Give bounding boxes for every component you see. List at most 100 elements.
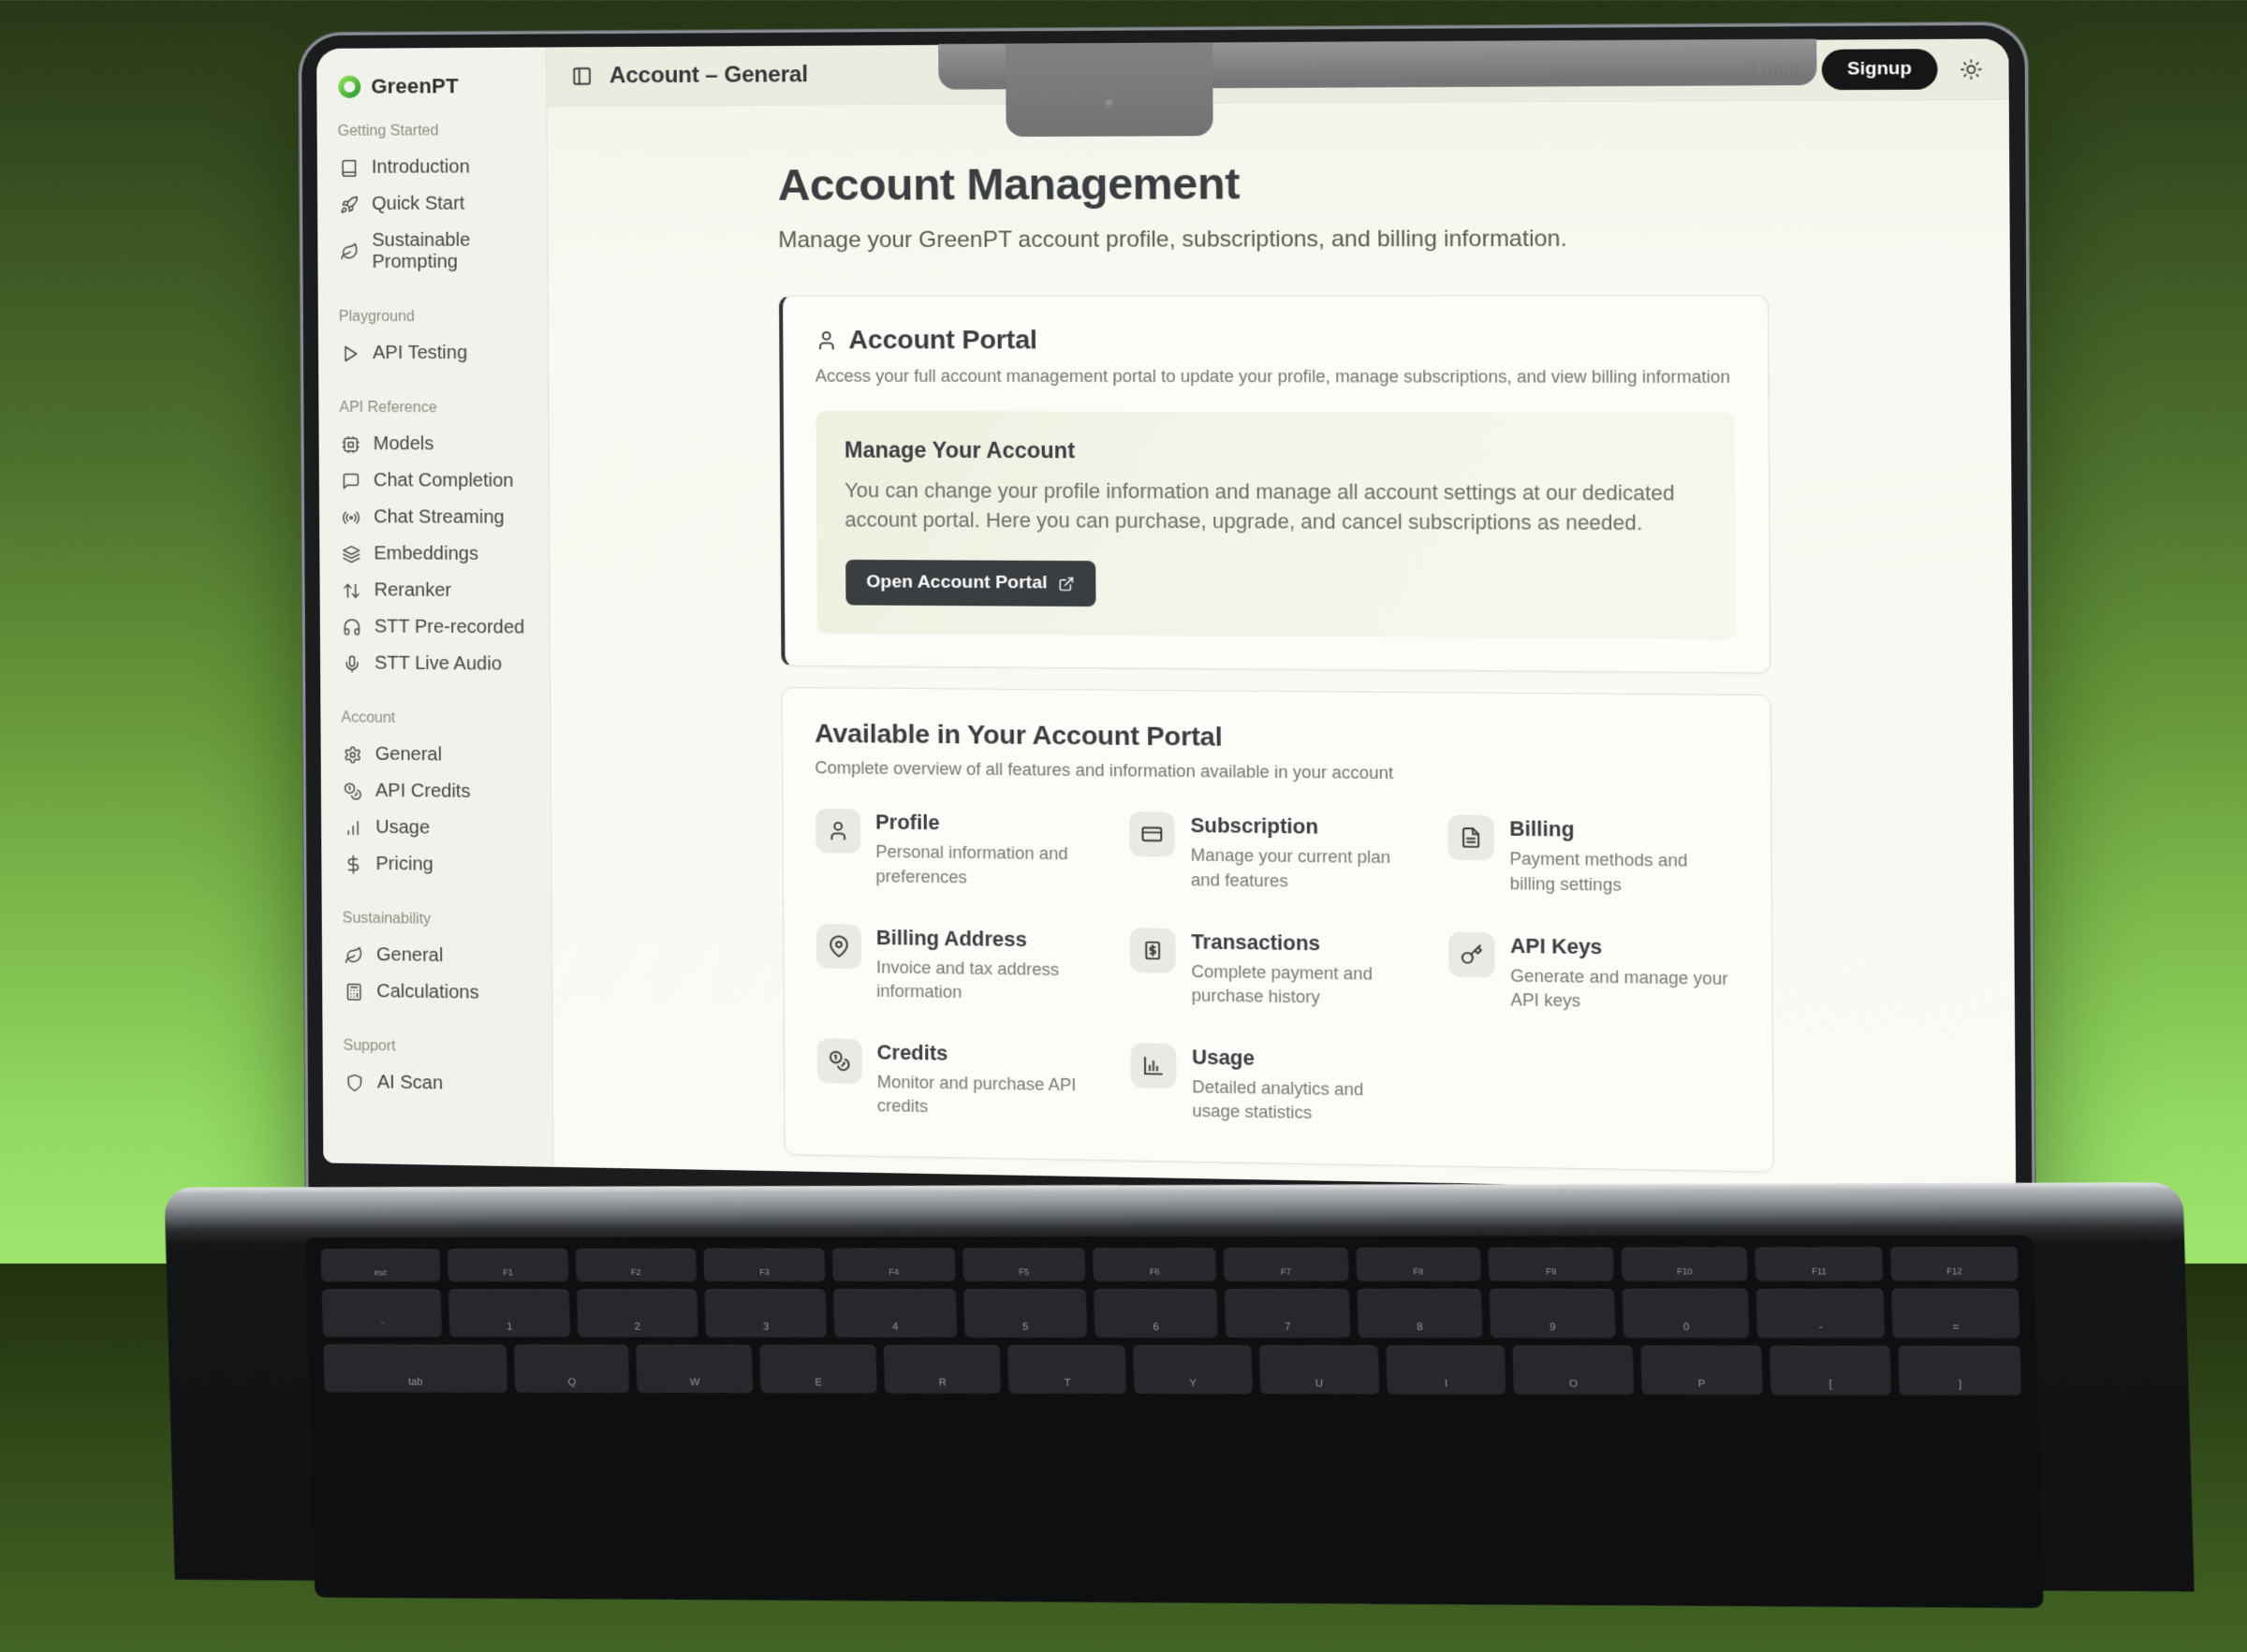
sidebar-item-sustainability-general[interactable]: General (339, 937, 535, 976)
feature-description: Monitor and purchase API credits (877, 1071, 1098, 1122)
keyboard-key: T (1007, 1345, 1126, 1394)
sidebar-item-getting-started-sustainable-prompting[interactable]: Sustainable Prompting (334, 222, 530, 280)
sidebar-item-label: STT Live Audio (374, 653, 502, 676)
sidebar-item-account-general[interactable]: General (338, 736, 534, 774)
keyboard-key: F12 (1890, 1247, 2019, 1280)
account-portal-card: Account Portal Access your full account … (779, 295, 1770, 674)
sidebar-item-api-reference-embeddings[interactable]: Embeddings (336, 535, 532, 573)
keyboard-key: R (883, 1345, 1001, 1394)
sidebar-item-account-pricing[interactable]: Pricing (338, 845, 534, 884)
sidebar: GreenPT Getting Started Introduction Quick… (316, 47, 553, 1166)
keyboard-key: F6 (1093, 1248, 1217, 1281)
credit-card-icon (1141, 824, 1164, 846)
sidebar-item-api-reference-chat-completion[interactable]: Chat Completion (336, 462, 532, 500)
open-account-portal-button[interactable]: Open Account Portal (845, 560, 1096, 607)
webcam-dot (1102, 96, 1115, 109)
keyboard-row: `1234567890-= (322, 1289, 2020, 1338)
feature-transactions: TransactionsComplete payment and purchas… (1130, 928, 1416, 1011)
sidebar-item-label: Chat Completion (374, 470, 514, 492)
keyboard-key: - (1756, 1289, 1885, 1338)
sidebar-section-label-api-reference: API Reference (339, 400, 527, 417)
feature-description: Personal information and preferences (875, 841, 1096, 891)
sun-icon[interactable] (1960, 58, 1983, 80)
keyboard-key: 8 (1357, 1289, 1483, 1338)
sidebar-item-label: Calculations (376, 981, 479, 1004)
gear-icon (344, 745, 362, 764)
sidebar-item-label: Pricing (375, 854, 433, 876)
sidebar-item-api-reference-stt-pre-recorded[interactable]: STT Pre-recorded (337, 608, 533, 646)
laptop-keyboard-deck: escF1F2F3F4F5F6F7F8F9F10F11F12 `123456789… (164, 1182, 2194, 1591)
topbar-title: Account – General (609, 62, 808, 89)
portal-card-description: Access your full account management port… (815, 367, 1734, 388)
keyboard-key: [ (1769, 1346, 1891, 1396)
brand-name: GreenPT (371, 74, 459, 99)
signup-button[interactable]: Signup (1821, 49, 1937, 90)
sidebar-item-api-reference-stt-live-audio[interactable]: STT Live Audio (337, 645, 533, 683)
sidebar-item-label: Usage (375, 817, 430, 840)
panel-left-icon[interactable] (571, 66, 592, 86)
sidebar-section-label-getting-started: Getting Started (338, 123, 526, 140)
feature-icon-tile (816, 1038, 861, 1083)
feature-usage: UsageDetailed analytics and usage statis… (1131, 1043, 1417, 1127)
keyboard-key: O (1513, 1346, 1635, 1396)
sidebar-item-label: Models (374, 433, 434, 455)
sidebar-item-account-usage[interactable]: Usage (338, 809, 534, 847)
feature-description: Generate and manage your API keys (1510, 964, 1738, 1016)
laptop-notch (1006, 42, 1213, 137)
feature-title: Billing Address (876, 927, 1097, 953)
keyboard-key: esc (320, 1249, 440, 1281)
sidebar-item-getting-started-quick-start[interactable]: Quick Start (334, 185, 530, 223)
sidebar-item-support-ai-scan[interactable]: AI Scan (340, 1064, 536, 1104)
sidebar-item-account-api-credits[interactable]: API Credits (338, 772, 534, 811)
broadcast-icon (342, 508, 360, 527)
sidebar-item-label: Introduction (372, 156, 470, 178)
sidebar-item-api-reference-reranker[interactable]: Reranker (336, 572, 532, 609)
keyboard-key: F2 (575, 1249, 697, 1281)
feature-title: Profile (875, 811, 1096, 838)
keyboard-key: ] (1898, 1346, 2021, 1396)
feature-icon-tile (1129, 811, 1175, 856)
sidebar-item-api-reference-chat-streaming[interactable]: Chat Streaming (336, 499, 532, 536)
feature-billing-address: Billing AddressInvoice and tax address i… (815, 924, 1097, 1007)
keyboard-key: = (1891, 1289, 2020, 1338)
shield-icon (345, 1073, 364, 1091)
leaf-icon (340, 242, 359, 261)
main-area: Account Management Manage your GreenPT a… (547, 100, 2016, 1193)
keyboard: escF1F2F3F4F5F6F7F8F9F10F11F12 `123456789… (305, 1235, 2044, 1608)
keyboard-key: 3 (704, 1289, 827, 1338)
sidebar-item-label: General (376, 944, 444, 967)
sidebar-item-sustainability-calculations[interactable]: Calculations (339, 973, 535, 1013)
keyboard-key: 2 (576, 1289, 698, 1337)
mic-icon (343, 654, 361, 673)
keyboard-key: F9 (1488, 1248, 1614, 1281)
external-link-icon (1058, 576, 1075, 592)
sidebar-item-label: Reranker (374, 579, 452, 602)
bar-chart-icon (344, 818, 362, 837)
feature-description: Complete payment and purchase history (1191, 959, 1416, 1011)
features-card-subtitle: Complete overview of all features and in… (815, 758, 1736, 787)
open-account-portal-label: Open Account Portal (866, 573, 1047, 594)
brand-logo[interactable]: GreenPT (337, 74, 529, 99)
keyboard-key: U (1259, 1345, 1379, 1394)
sidebar-section-label-account: Account (341, 709, 529, 728)
message-square-icon (342, 472, 360, 490)
manage-account-title: Manage Your Account (844, 437, 1705, 465)
sidebar-item-api-reference-models[interactable]: Models (336, 426, 532, 463)
sidebar-item-getting-started-introduction[interactable]: Introduction (334, 149, 530, 186)
receipt-icon (1141, 939, 1164, 961)
sidebar-item-playground-api-testing[interactable]: API Testing (335, 335, 531, 372)
map-pin-icon (828, 935, 850, 958)
user-icon (827, 820, 849, 842)
keyboard-row: escF1F2F3F4F5F6F7F8F9F10F11F12 (320, 1247, 2018, 1281)
calculator-icon (345, 982, 363, 1001)
keyboard-key: 5 (963, 1289, 1087, 1338)
keyboard-key: Q (514, 1345, 630, 1393)
keyboard-key: F5 (962, 1248, 1085, 1281)
feature-icon-tile (1130, 928, 1176, 972)
arrow-up-down-icon (343, 581, 361, 600)
feature-title: Credits (876, 1041, 1097, 1068)
play-icon (341, 344, 360, 363)
features-card: Available in Your Account Portal Complet… (781, 687, 1773, 1173)
keyboard-row: tabQWERTYUIOP[] (323, 1344, 2021, 1395)
feature-credits: Credits Monitor and purchase API credits (816, 1038, 1098, 1121)
